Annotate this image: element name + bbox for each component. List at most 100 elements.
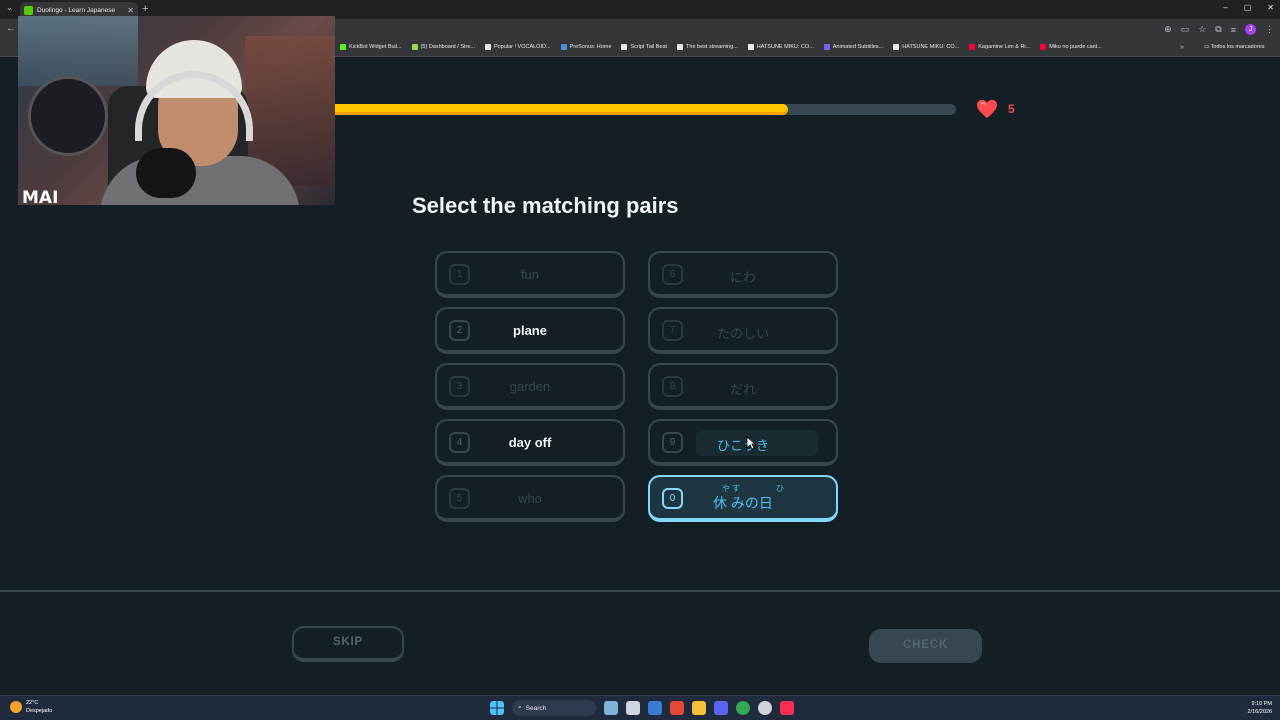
tab-groups-icon[interactable]: ≡: [1231, 25, 1236, 35]
bookmark-favicon-icon: [411, 44, 418, 50]
copilot-icon[interactable]: [604, 701, 618, 715]
tab-search-icon[interactable]: ⌄: [6, 3, 13, 12]
maximize-icon[interactable]: ▢: [1244, 3, 1252, 12]
pair-option-4[interactable]: 4 day off: [435, 419, 625, 466]
lesson-progress-fill: [335, 104, 789, 115]
bookmark-label: KickBot Widget Buil...: [349, 44, 402, 50]
webcam-logo: MAI: [22, 188, 59, 205]
all-bookmarks-folder[interactable]: ▭ Todos los marcadores: [1204, 44, 1264, 50]
profile-avatar[interactable]: J: [1245, 24, 1256, 35]
taskbar-apps: ⌕ Search: [490, 700, 794, 716]
close-window-icon[interactable]: ✕: [1267, 3, 1274, 12]
bookmark-favicon-icon: [823, 44, 830, 50]
extensions-icon[interactable]: ⧉: [1215, 24, 1221, 35]
page-title: Select the matching pairs: [412, 193, 679, 218]
bookmark-favicon-icon: [485, 44, 491, 50]
bookmark-item[interactable]: HATSUNE MIKU: CO...: [893, 44, 959, 50]
pair-label: fun: [520, 267, 540, 282]
bookmark-label: Miku no puede cant...: [1049, 44, 1102, 50]
bookmark-item[interactable]: Animated Subtitles...: [823, 44, 884, 50]
weather-condition: Despejado: [26, 708, 53, 714]
pair-label: だれ: [729, 382, 756, 397]
cast-icon[interactable]: ▭: [1181, 24, 1190, 35]
pair-label: plane: [513, 323, 547, 338]
bookmark-favicon-icon: [621, 44, 628, 50]
webcam-drum: [28, 76, 108, 156]
minimize-icon[interactable]: –: [1223, 3, 1227, 12]
bookmark-item[interactable]: Kagamine Len & Ri...: [969, 44, 1030, 50]
windows-start-icon[interactable]: [490, 701, 504, 715]
pair-label: garden: [509, 379, 551, 394]
bookmark-label: Animated Subtitles...: [832, 44, 884, 50]
star-bookmark-icon[interactable]: ☆: [1198, 24, 1206, 35]
pair-option-1[interactable]: 1 fun: [435, 251, 625, 298]
file-explorer-icon[interactable]: [692, 701, 706, 715]
bookmark-item[interactable]: HATSUNE MIKU: CO...: [747, 44, 814, 50]
bookmark-item[interactable]: Popular ! VOCALOID...: [485, 44, 551, 50]
pair-option-6[interactable]: 6 にわ: [648, 251, 838, 298]
taskbar-search[interactable]: ⌕ Search: [512, 700, 596, 716]
pair-label: day off: [508, 435, 552, 450]
weather-icon: [10, 701, 22, 713]
edge-icon[interactable]: [648, 701, 662, 715]
bookmark-label: Kagamine Len & Ri...: [978, 44, 1031, 50]
pair-option-8[interactable]: 8 だれ: [648, 363, 838, 410]
settings-icon[interactable]: [758, 701, 772, 715]
bookmark-item[interactable]: The best streaming...: [677, 44, 738, 50]
bookmark-label: Script Tail Beat: [630, 44, 668, 50]
check-button[interactable]: CHECK: [869, 629, 982, 663]
bookmark-item[interactable]: Miku no puede cant...: [1040, 44, 1102, 50]
pair-option-7[interactable]: 7 たのしい: [648, 307, 838, 354]
webcam-microphone: [136, 148, 196, 198]
bookmark-favicon-icon: [560, 44, 567, 50]
zoom-icon[interactable]: ⊕: [1164, 24, 1172, 35]
bookmark-item[interactable]: Script Tail Beat: [621, 44, 667, 50]
back-arrow-icon[interactable]: ←: [6, 23, 16, 34]
webcam-background: [18, 16, 138, 86]
chrome-icon[interactable]: [736, 701, 750, 715]
pair-label: ひこうき: [716, 438, 769, 453]
close-tab-icon[interactable]: ✕: [127, 6, 134, 15]
task-view-icon[interactable]: [626, 701, 640, 715]
bookmark-item[interactable]: KickBot Widget Buil...: [340, 44, 402, 50]
bookmark-favicon-icon: [969, 44, 976, 50]
weather-widget[interactable]: 22°C Despejado: [10, 699, 52, 715]
more-bookmarks-icon[interactable]: »: [1180, 44, 1184, 51]
hearts-counter[interactable]: 5: [976, 99, 1015, 119]
bookmark-label: (5) Dashboard / Stre...: [420, 44, 475, 50]
bookmark-label: The best streaming...: [686, 44, 738, 50]
pair-label: who: [518, 491, 542, 506]
bookmark-list: KickBot Widget Buil... (5) Dashboard / St…: [340, 44, 1102, 50]
footer-divider: [0, 590, 1280, 592]
menu-dots-icon[interactable]: ⋮: [1265, 24, 1274, 35]
pair-option-5[interactable]: 5 who: [435, 475, 625, 522]
bookmark-item[interactable]: (5) Dashboard / Stre...: [411, 44, 475, 50]
hearts-count: 5: [1008, 102, 1015, 116]
pair-option-9[interactable]: 9 ひこうき: [648, 419, 838, 466]
bookmark-favicon-icon: [1040, 44, 1047, 50]
pair-option-0[interactable]: 0 やすひ休 みの日: [648, 475, 838, 522]
heart-icon: [977, 99, 997, 119]
search-label: Search: [525, 704, 547, 712]
temperature: 22°C: [26, 700, 39, 706]
clock-date: 2/16/2026: [1247, 709, 1272, 715]
app-red-icon[interactable]: [670, 701, 684, 715]
discord-icon[interactable]: [714, 701, 728, 715]
bookmark-favicon-icon: [893, 44, 900, 50]
bookmark-label: HATSUNE MIKU: CO...: [756, 44, 814, 50]
music-app-icon[interactable]: [780, 701, 794, 715]
pair-option-2[interactable]: 2 plane: [435, 307, 625, 354]
bookmark-label: Popular ! VOCALOID...: [494, 44, 551, 50]
skip-button[interactable]: SKIP: [292, 626, 404, 662]
windows-taskbar: 22°C Despejado ⌕ Search 9:10 PM 2/16/202…: [0, 695, 1280, 720]
bookmark-item[interactable]: PreSonus: Home: [560, 44, 611, 50]
webcam-overlay: MAI: [18, 16, 335, 205]
taskbar-clock[interactable]: 9:10 PM 2/16/2026: [1248, 700, 1272, 716]
pair-option-3[interactable]: 3 garden: [435, 363, 625, 410]
screen: ⌄ Duolingo - Learn Japanese ✕ + – ▢ ✕ ← …: [0, 0, 1280, 720]
pair-label: 休 みの日: [713, 495, 773, 511]
new-tab-icon[interactable]: +: [142, 3, 148, 15]
bookmark-favicon-icon: [747, 44, 754, 50]
mouse-cursor-icon: [746, 436, 756, 450]
toolbar-actions: ⊕ ▭ ☆ ⧉ ≡ J ⋮: [1164, 24, 1274, 35]
